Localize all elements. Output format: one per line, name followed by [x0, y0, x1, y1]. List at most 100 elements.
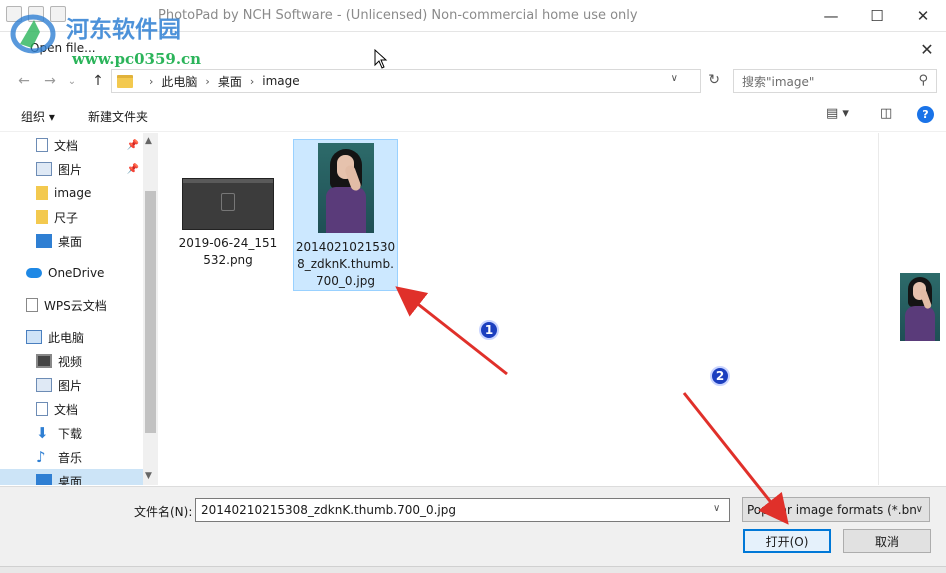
- scroll-up-icon[interactable]: ▲: [145, 136, 152, 146]
- sidebar-item-label: 音乐: [58, 450, 83, 465]
- save-icon[interactable]: [50, 6, 66, 22]
- download-icon: ⬇: [36, 424, 49, 442]
- file-type-select[interactable]: Popular image formats (*.bn ∨: [742, 497, 930, 522]
- folder-icon: [117, 74, 133, 88]
- breadcrumb-this-pc[interactable]: 此电脑: [161, 73, 197, 90]
- document-icon: [36, 138, 48, 152]
- sidebar-item-downloads[interactable]: ⬇ 下载: [0, 421, 143, 445]
- organize-button[interactable]: 组织 ▾: [21, 108, 55, 125]
- breadcrumb-separator: ›: [205, 74, 210, 88]
- desktop-icon: [36, 234, 52, 248]
- onedrive-icon: [26, 268, 42, 278]
- search-icon[interactable]: ⚲: [918, 73, 928, 88]
- maximize-button[interactable]: ☐: [854, 0, 900, 32]
- sidebar-item-label: 文档: [54, 402, 79, 417]
- sidebar-item-image[interactable]: image: [0, 181, 143, 205]
- annotation-badge-1: 1: [479, 320, 499, 340]
- breadcrumb-separator: ›: [149, 74, 154, 88]
- navigation-bar: ← → ⌄ ↑ › 此电脑 › 桌面 › image ∨ ↻ 搜索"image"…: [0, 66, 946, 96]
- sidebar-item-music[interactable]: ♪ 音乐: [0, 445, 143, 469]
- sidebar-item-label: 文档: [54, 138, 79, 153]
- file-list: 2019-06-24_151 532.png 2014021021530 8_z…: [160, 133, 877, 485]
- dialog-titlebar: Open file... ✕: [0, 34, 946, 64]
- minimize-button[interactable]: —: [808, 0, 854, 32]
- dialog-footer: 文件名(N): 20140210215308_zdknK.thumb.700_0…: [0, 486, 946, 573]
- breadcrumb-image[interactable]: image: [262, 74, 299, 88]
- sidebar-item-onedrive[interactable]: OneDrive: [0, 261, 143, 285]
- sidebar-item-documents-2[interactable]: 文档: [0, 397, 143, 421]
- scroll-thumb[interactable]: [145, 191, 156, 433]
- document-icon: [36, 402, 48, 416]
- sidebar-item-desktop[interactable]: 桌面: [0, 229, 143, 253]
- breadcrumb-separator: ›: [249, 74, 255, 88]
- pin-icon: 📌: [126, 163, 139, 175]
- file-name-line: 2019-06-24_151: [178, 236, 278, 250]
- app-title: PhotoPad by NCH Software - (Unlicensed) …: [158, 8, 638, 23]
- sidebar-item-ruler[interactable]: 尺子: [0, 205, 143, 229]
- help-icon[interactable]: ?: [917, 106, 934, 123]
- sidebar-item-desktop-2[interactable]: 桌面: [0, 469, 143, 485]
- wps-cloud-icon: [26, 298, 38, 312]
- sidebar-item-pictures-2[interactable]: 图片: [0, 373, 143, 397]
- file-item[interactable]: 2019-06-24_151 532.png: [176, 178, 280, 274]
- sidebar-item-label: 桌面: [58, 474, 83, 486]
- app-menu-icon[interactable]: [6, 6, 22, 22]
- window-bottom-edge: [0, 566, 946, 573]
- chevron-down-icon[interactable]: ∨: [671, 73, 678, 84]
- file-type-value: Popular image formats (*.bn: [747, 503, 917, 517]
- address-bar[interactable]: › 此电脑 › 桌面 › image ∨ ↻: [111, 69, 720, 93]
- dialog-title: Open file...: [30, 41, 96, 55]
- refresh-icon[interactable]: ↻: [708, 72, 720, 88]
- music-icon: ♪: [36, 448, 46, 466]
- dialog-close-button[interactable]: ✕: [912, 34, 942, 64]
- sidebar-item-pictures[interactable]: 图片 📌: [0, 157, 143, 181]
- cancel-button[interactable]: 取消: [843, 529, 931, 553]
- open-icon[interactable]: [28, 6, 44, 22]
- desktop-icon: [36, 474, 52, 485]
- filename-input[interactable]: 20140210215308_zdknK.thumb.700_0.jpg: [195, 498, 730, 522]
- new-folder-button[interactable]: 新建文件夹: [88, 108, 148, 125]
- file-item-selected[interactable]: 2014021021530 8_zdknK.thumb. 700_0.jpg: [293, 139, 398, 291]
- view-options-button[interactable]: ▤ ▾: [826, 106, 849, 121]
- folder-icon: [36, 210, 48, 224]
- computer-icon: [26, 330, 42, 344]
- pictures-icon: [36, 162, 52, 176]
- pin-icon: 📌: [126, 139, 139, 151]
- sidebar-scrollbar[interactable]: ▲ ▼: [143, 133, 158, 485]
- sidebar-item-documents[interactable]: 文档 📌: [0, 133, 143, 157]
- sidebar-item-label: OneDrive: [48, 266, 105, 280]
- pictures-icon: [36, 378, 52, 392]
- preview-pane: [878, 133, 946, 485]
- open-button[interactable]: 打开(O): [743, 529, 831, 553]
- preview-pane-button[interactable]: ◫: [880, 106, 892, 121]
- file-name-line: 700_0.jpg: [316, 274, 375, 288]
- sidebar-item-label: WPS云文档: [44, 298, 107, 313]
- sidebar-item-wps-cloud[interactable]: WPS云文档: [0, 293, 143, 317]
- sidebar-item-label: 此电脑: [48, 330, 85, 345]
- sidebar-item-videos[interactable]: 视频: [0, 349, 143, 373]
- sidebar-item-this-pc[interactable]: 此电脑: [0, 325, 143, 349]
- search-placeholder: 搜索"image": [742, 74, 815, 89]
- filename-label: 文件名(N):: [134, 505, 193, 519]
- up-button[interactable]: ↑: [88, 71, 108, 91]
- annotation-badge-2: 2: [710, 366, 730, 386]
- chevron-down-icon[interactable]: ∨: [915, 504, 923, 515]
- breadcrumb-desktop[interactable]: 桌面: [218, 73, 242, 90]
- forward-button[interactable]: →: [40, 71, 60, 91]
- file-name-line: 2014021021530: [295, 240, 396, 254]
- toolbar: 组织 ▾ 新建文件夹 ▤ ▾ ◫ ?: [0, 100, 946, 132]
- sidebar-item-label: 视频: [58, 354, 83, 369]
- screenshot-thumbnail: [182, 178, 274, 230]
- navigation-pane: 文档 📌 图片 📌 image 尺子 桌面 OneDrive WPS云文档 此电…: [0, 133, 158, 485]
- app-close-button[interactable]: ✕: [900, 0, 946, 32]
- scroll-down-icon[interactable]: ▼: [145, 471, 152, 481]
- sidebar-item-label: 图片: [58, 378, 83, 393]
- recent-locations-button[interactable]: ⌄: [62, 71, 82, 91]
- search-input[interactable]: 搜索"image" ⚲: [733, 69, 937, 93]
- sidebar-item-label: image: [54, 186, 92, 200]
- chevron-down-icon[interactable]: ∨: [713, 503, 720, 514]
- preview-image: [900, 273, 940, 341]
- back-button[interactable]: ←: [14, 71, 34, 91]
- folder-icon: [36, 186, 48, 200]
- file-name-line: 532.png: [203, 253, 253, 267]
